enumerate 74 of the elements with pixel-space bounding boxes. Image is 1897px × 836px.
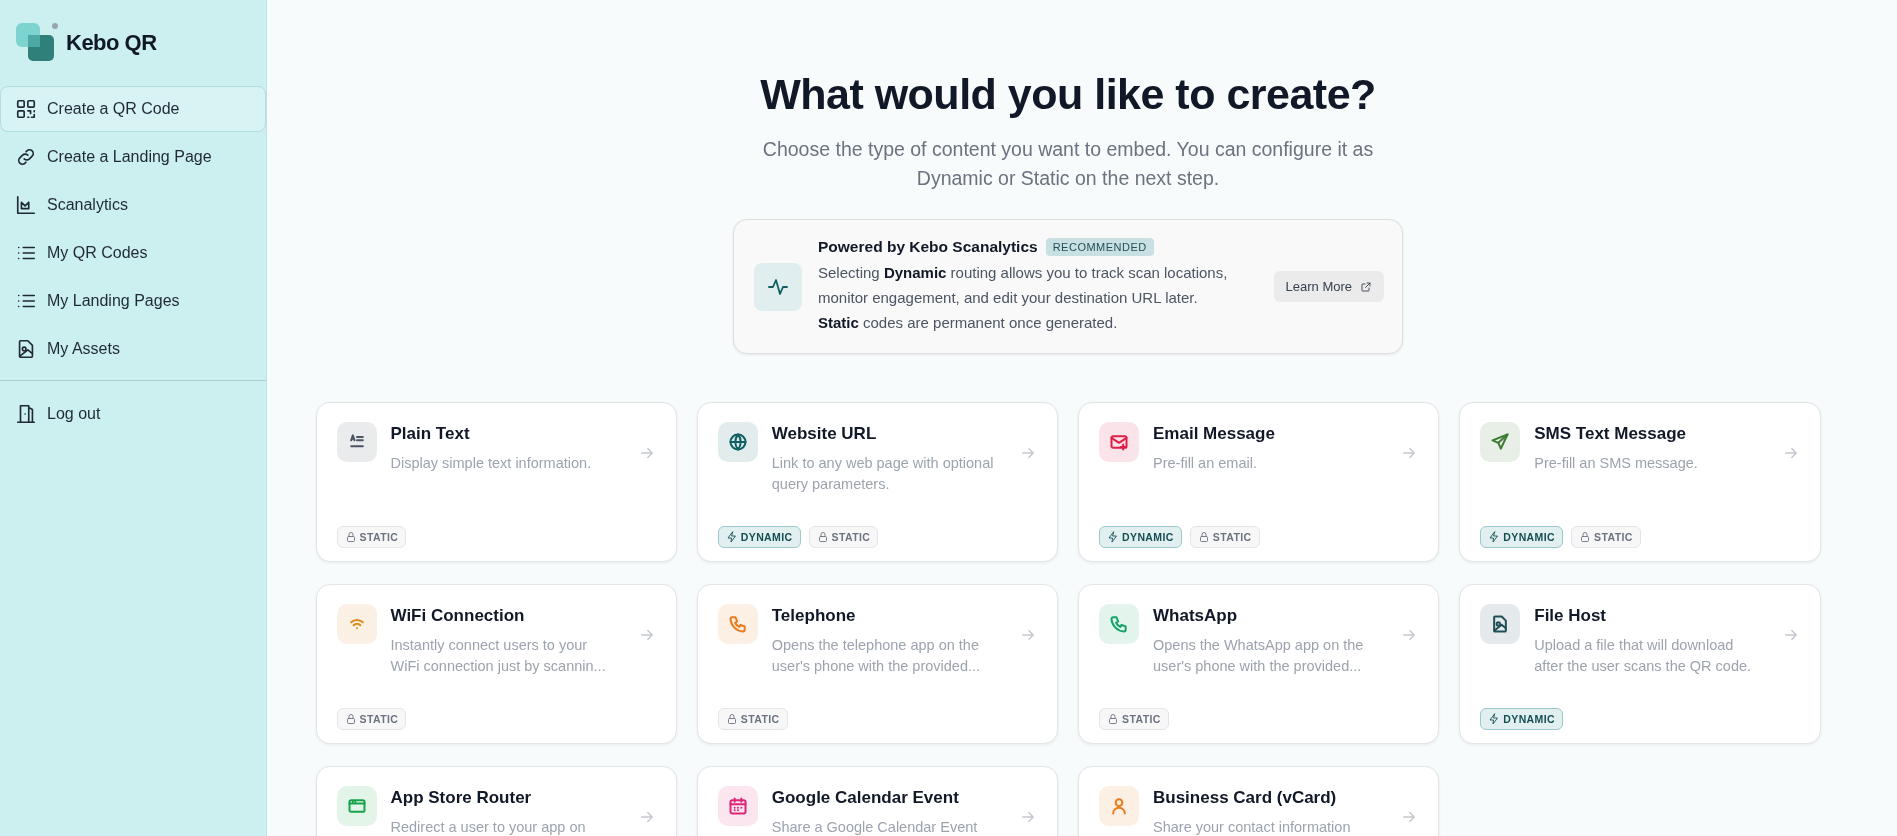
card-title: Plain Text <box>390 424 471 444</box>
external-link-icon <box>1360 280 1372 293</box>
content-type-card[interactable]: SMS Text Message Pre-fill an SMS message. DYNAMIC STATIC <box>1459 402 1821 562</box>
dynamic-badge: DYNAMIC <box>717 526 801 548</box>
card-description: Upload a file that will download after the user scans the QR code. <box>1534 636 1753 676</box>
lock-icon <box>1107 713 1119 725</box>
card-title: WhatsApp <box>1153 606 1239 626</box>
card-title: Business Card (vCard) <box>1153 788 1338 808</box>
card-description: Link to any web page with optional query parameters. <box>771 454 995 494</box>
sidebar-item[interactable]: Create a Landing Page <box>0 134 266 180</box>
lock-icon <box>725 713 738 725</box>
card-description: Pre-fill an SMS message. <box>1534 454 1699 473</box>
qr-code-icon <box>15 98 37 120</box>
content-type-card[interactable]: Google Calendar Event Share a Google Calendar Event <box>696 766 1058 836</box>
static-badge: STATIC <box>1099 708 1169 730</box>
content-type-card[interactable]: Telephone Opens the telephone app on the user's phone with the provided... STATIC <box>696 584 1058 744</box>
card-title: Email Message <box>1153 424 1276 444</box>
lock-icon <box>816 531 829 543</box>
recommended-badge: RECOMMENDED <box>1045 238 1154 256</box>
card-description: Opens the telephone app on the user's phone with the provided... <box>771 636 982 676</box>
logout-button[interactable]: Log out <box>0 391 266 437</box>
lock-icon <box>1197 531 1210 543</box>
page-subtitle: Choose the type of content you want to embed. You can configure it as Dynamic or Static on the next step. <box>761 137 1375 191</box>
card-description: Instantly connect users to your WiFi connection just by scannin... <box>390 636 607 676</box>
sidebar-item[interactable]: Create a QR Code <box>0 86 266 132</box>
content-type-card[interactable]: Website URL Link to any web page with optional query parameters. DYNAMIC STATIC <box>696 402 1058 562</box>
content-type-card[interactable]: File Host Upload a file that will download after the user scans the QR code. DYNAMIC <box>1459 584 1821 744</box>
card-description: Share your contact information <box>1153 818 1352 836</box>
static-badge: STATIC <box>1189 526 1260 548</box>
dynamic-badge: DYNAMIC <box>1099 526 1182 548</box>
bolt-icon <box>725 531 738 543</box>
card-title: File Host <box>1534 606 1608 626</box>
static-badge: STATIC <box>1571 526 1641 548</box>
card-description: Redirect a user to your app on <box>390 818 587 836</box>
bolt-icon <box>1488 713 1501 725</box>
dynamic-badge: DYNAMIC <box>1480 526 1564 548</box>
lock-icon <box>344 531 357 543</box>
door-icon <box>15 403 37 425</box>
sidebar-item[interactable]: My Landing Pages <box>0 278 266 324</box>
page-title: What would you like to create? <box>760 70 1376 119</box>
info-title: Powered by Kebo Scanalytics <box>818 238 1038 256</box>
static-badge: STATIC <box>336 708 407 730</box>
info-text: Selecting Dynamic routing allows you to track scan locations, monitor engagement, and edit your destination URL later. Static codes are permanent once generated. <box>818 263 1229 333</box>
card-description: Share a Google Calendar Event <box>771 818 979 836</box>
lock-icon <box>344 713 357 725</box>
card-title: SMS Text Message <box>1534 424 1688 444</box>
card-title: Google Calendar Event <box>771 788 960 808</box>
static-badge: STATIC <box>717 708 788 730</box>
learn-more-button[interactable]: Learn More <box>1273 271 1384 302</box>
static-badge: STATIC <box>808 526 879 548</box>
content-type-card[interactable]: Business Card (vCard) Share your contact information <box>1078 766 1440 836</box>
card-title: Website URL <box>771 424 878 444</box>
chart-icon <box>15 194 37 216</box>
content-type-card[interactable]: App Store Router Redirect a user to your app on <box>315 766 677 836</box>
content-type-card[interactable]: Plain Text Display simple text information. STATIC <box>315 402 677 562</box>
content-type-card[interactable]: WiFi Connection Instantly connect users to your WiFi connection just by scannin... STATIC <box>315 584 677 744</box>
sidebar-item[interactable]: My Assets <box>0 326 266 372</box>
card-description: Pre-fill an email. <box>1153 454 1258 473</box>
dynamic-badge: DYNAMIC <box>1480 708 1564 730</box>
card-title: App Store Router <box>390 788 533 808</box>
card-title: Telephone <box>771 606 857 626</box>
card-description: Opens the WhatsApp app on the user's phone with the provided... <box>1153 636 1365 676</box>
bolt-icon <box>1107 531 1119 543</box>
sidebar-item[interactable]: Scanalytics <box>0 182 266 228</box>
lock-icon <box>1579 531 1592 543</box>
content-type-card[interactable]: Email Message Pre-fill an email. DYNAMIC STATIC <box>1078 402 1440 562</box>
content-type-card[interactable]: WhatsApp Opens the WhatsApp app on the user's phone with the provided... STATIC <box>1078 584 1440 744</box>
sidebar-item[interactable]: My QR Codes <box>0 230 266 276</box>
card-title: WiFi Connection <box>390 606 526 626</box>
bolt-icon <box>1488 531 1501 543</box>
card-description: Display simple text information. <box>390 454 593 473</box>
link-icon <box>15 146 37 168</box>
static-badge: STATIC <box>336 526 407 548</box>
brand-name: Kebo QR <box>66 30 157 56</box>
